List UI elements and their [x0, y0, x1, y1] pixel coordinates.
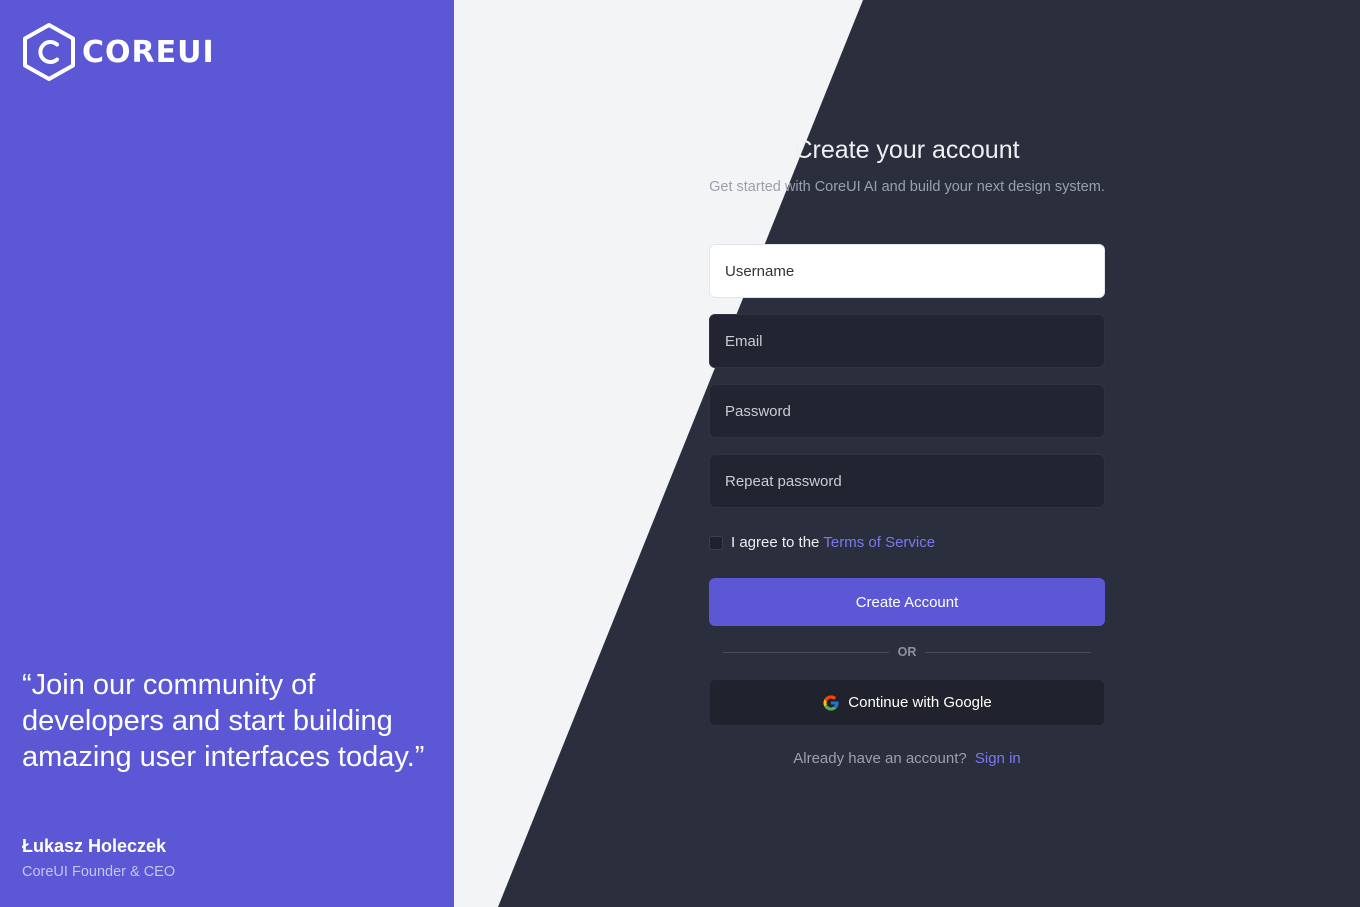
page-title: Create your account [794, 136, 1020, 164]
create-account-button[interactable]: Create Account [709, 578, 1105, 626]
terms-checkbox[interactable] [709, 535, 723, 550]
username-field[interactable] [709, 244, 1105, 298]
continue-with-google-button[interactable]: Continue with Google [709, 679, 1105, 726]
password-field[interactable] [709, 384, 1105, 438]
username-input[interactable] [710, 245, 1104, 297]
signin-prompt-text: Already have an account? [793, 750, 967, 767]
terms-of-service-link[interactable]: Terms of Service [823, 534, 935, 551]
google-icon [823, 695, 839, 710]
hexagon-logo-icon [23, 23, 75, 81]
sign-in-link[interactable]: Sign in [975, 750, 1021, 767]
signin-prompt-row: Already have an account? Sign in [709, 750, 1105, 767]
testimonial-quote: “Join our community of developers and st… [22, 669, 425, 773]
google-button-label: Continue with Google [848, 694, 992, 711]
divider-line-right [925, 652, 1091, 653]
repeat-password-input[interactable] [710, 455, 1104, 507]
repeat-password-field[interactable] [709, 454, 1105, 508]
email-field[interactable] [709, 314, 1105, 368]
password-input[interactable] [710, 385, 1104, 437]
brand-panel: COREUI “Join our community of developers… [0, 0, 454, 907]
testimonial-author-name: Łukasz Holeczek [22, 836, 167, 856]
terms-agreement: I agree to the Terms of Service [709, 534, 935, 551]
email-input[interactable] [710, 315, 1104, 367]
page-subtitle: Get started with CoreUI AI and build you… [709, 179, 1105, 195]
signup-page: COREUI “Join our community of developers… [0, 0, 1360, 907]
terms-agree-label: I agree to the [731, 534, 820, 551]
coreui-logo[interactable]: COREUI [22, 22, 215, 82]
or-divider: OR [723, 644, 1091, 662]
testimonial-author-role: CoreUI Founder & CEO [22, 864, 176, 880]
logo-wordmark: COREUI [82, 34, 215, 70]
